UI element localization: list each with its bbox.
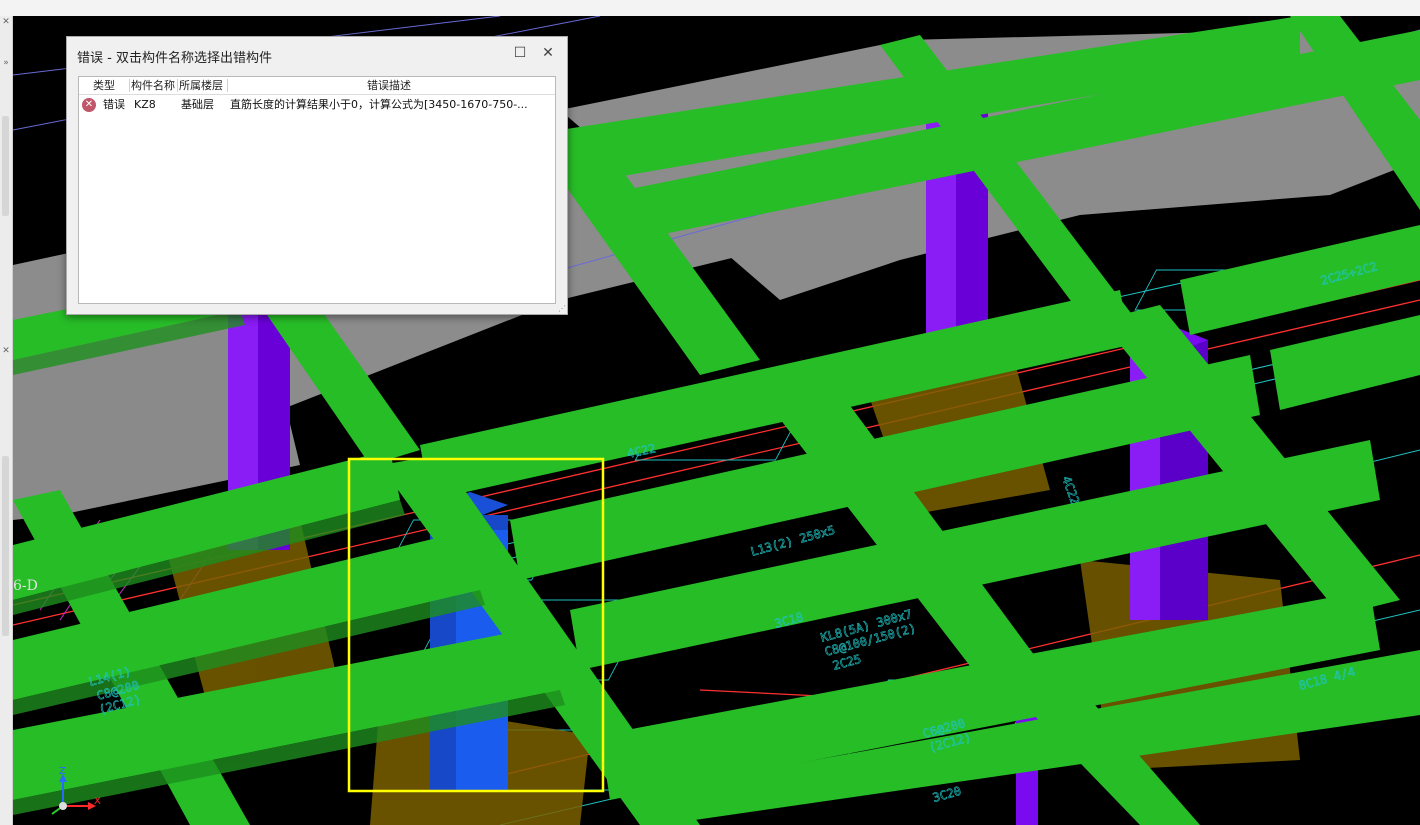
table-row[interactable]: ✕ 错误 KZ8 基础层 直筋长度的计算结果小于0，计算公式为[3450-167… bbox=[79, 96, 555, 114]
column-divider[interactable] bbox=[177, 79, 178, 92]
column-divider[interactable] bbox=[227, 79, 228, 92]
close-icon[interactable]: ✕ bbox=[1, 346, 11, 356]
column-header-floor[interactable]: 所属楼层 bbox=[179, 78, 223, 93]
grid-axis-label: 6-D bbox=[13, 578, 38, 594]
top-toolbar bbox=[0, 0, 1420, 17]
column-header-type[interactable]: 类型 bbox=[93, 78, 115, 93]
x-axis-label: X bbox=[94, 796, 101, 807]
error-dialog: 错误 - 双击构件名称选择出错构件 ☐ ✕ 类型 构件名称 所属楼层 错误描述 … bbox=[66, 36, 568, 315]
maximize-button[interactable]: ☐ bbox=[509, 42, 531, 64]
column-header-description[interactable]: 错误描述 bbox=[367, 78, 411, 93]
row-type: 错误 bbox=[103, 98, 125, 111]
left-panel-strip: ✕ » ✕ bbox=[0, 16, 13, 825]
panel-scrollbar[interactable] bbox=[2, 456, 9, 636]
row-description: 直筋长度的计算结果小于0，计算公式为[3450-1670-750-... bbox=[230, 98, 528, 111]
column-divider[interactable] bbox=[129, 79, 130, 92]
panel-scrollbar[interactable] bbox=[2, 116, 9, 216]
error-icon: ✕ bbox=[82, 98, 96, 112]
close-button[interactable]: ✕ bbox=[537, 42, 559, 64]
maximize-icon: ☐ bbox=[513, 45, 527, 61]
z-axis-label: Z bbox=[59, 766, 66, 777]
row-component-name[interactable]: KZ8 bbox=[134, 97, 156, 113]
close-icon: ✕ bbox=[542, 45, 554, 61]
chevron-right-icon[interactable]: » bbox=[1, 58, 11, 68]
row-floor: 基础层 bbox=[181, 98, 214, 111]
column-header-name[interactable]: 构件名称 bbox=[131, 78, 175, 93]
close-icon[interactable]: ✕ bbox=[1, 17, 11, 27]
error-table: 类型 构件名称 所属楼层 错误描述 ✕ 错误 KZ8 基础层 直筋长度的计算结果… bbox=[78, 76, 556, 304]
table-header: 类型 构件名称 所属楼层 错误描述 bbox=[79, 77, 555, 95]
resize-grip-icon[interactable]: ⋰ bbox=[558, 304, 566, 313]
dialog-title: 错误 - 双击构件名称选择出错构件 bbox=[77, 51, 272, 66]
